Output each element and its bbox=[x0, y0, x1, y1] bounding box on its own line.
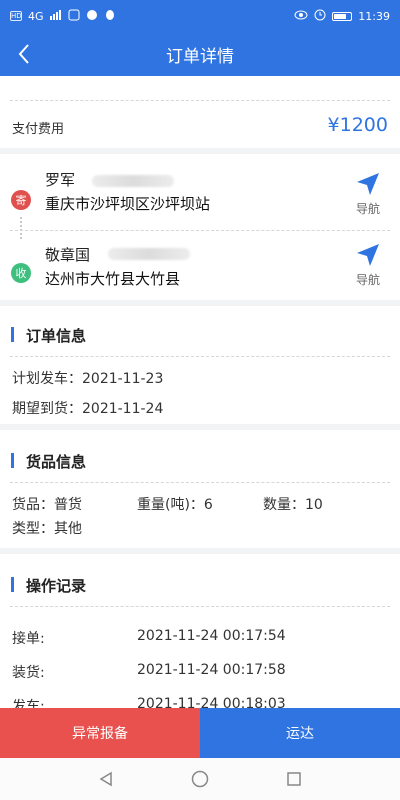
sender-navigate-label: 导航 bbox=[355, 202, 380, 216]
payment-amount: ¥1200 bbox=[327, 114, 388, 136]
system-nav-bar bbox=[0, 758, 400, 800]
divider bbox=[10, 230, 390, 231]
page-title: 订单详情 bbox=[166, 46, 234, 67]
back-button[interactable] bbox=[8, 38, 40, 70]
divider bbox=[10, 606, 390, 607]
bottom-action-bar: 异常报备 运达 bbox=[0, 708, 400, 758]
operation-log-title: 操作记录 bbox=[26, 577, 87, 595]
receiver-phone-blurred bbox=[108, 248, 190, 260]
goods-weight: 重量(吨)：6 bbox=[137, 497, 213, 513]
operation-log-header: 操作记录 bbox=[0, 562, 400, 608]
delivered-button[interactable]: 运达 bbox=[200, 708, 400, 758]
divider bbox=[10, 100, 390, 101]
receiver-name: 敬章国 bbox=[45, 246, 91, 264]
log-label: 装货: bbox=[12, 665, 45, 681]
goods-type: 类型：其他 bbox=[12, 521, 82, 537]
sender-phone-blurred bbox=[92, 175, 174, 187]
goods-info-title: 货品信息 bbox=[26, 453, 87, 471]
report-exception-button[interactable]: 异常报备 bbox=[0, 708, 200, 758]
sender-name: 罗军 bbox=[45, 171, 76, 189]
order-info-card: 订单信息 计划发车：2021-11-23 期望到货：2021-11-24 bbox=[0, 306, 400, 424]
address-card: 寄 罗军 重庆市沙坪坝区沙坪坝站 导航 收 敬章国 达州市大竹县大竹县 导航 bbox=[0, 154, 400, 300]
order-info-title: 订单信息 bbox=[26, 327, 87, 345]
sender-navigate-button[interactable]: 导航 bbox=[350, 171, 386, 219]
square-recents-icon bbox=[287, 772, 301, 786]
receiver-address: 达州市大竹县大竹县 bbox=[45, 270, 181, 288]
sender-row: 寄 罗军 重庆市沙坪坝区沙坪坝站 导航 bbox=[0, 162, 400, 222]
back-arrow-icon bbox=[18, 44, 29, 64]
plan-departure: 计划发车：2021-11-23 bbox=[12, 371, 164, 387]
goods-info-card: 货品信息 货品：普货 重量(吨)：6 数量：10 类型：其他 bbox=[0, 430, 400, 548]
navigation-arrow-icon bbox=[357, 244, 379, 266]
status-time: 11:39 bbox=[358, 9, 390, 23]
triangle-back-icon bbox=[99, 771, 112, 787]
receiver-navigate-button[interactable]: 导航 bbox=[350, 242, 386, 290]
divider bbox=[10, 356, 390, 357]
log-label: 发车: bbox=[12, 699, 45, 708]
content-area[interactable]: 支付费用 ¥1200 寄 罗军 重庆市沙坪坝区沙坪坝站 导航 收 敬章国 达州市… bbox=[0, 76, 400, 708]
signal-icon bbox=[49, 9, 62, 23]
battery-icon bbox=[332, 11, 353, 21]
circle-home-icon bbox=[191, 770, 209, 788]
operation-log-card: 操作记录 接单: 2021-11-24 00:17:54 装货: 2021-11… bbox=[0, 554, 400, 708]
order-info-header: 订单信息 bbox=[0, 312, 400, 358]
receiver-navigate-label: 导航 bbox=[355, 273, 380, 287]
receiver-tag: 收 bbox=[11, 263, 31, 283]
goods-info-header: 货品信息 bbox=[0, 438, 400, 484]
section-marker bbox=[11, 327, 14, 342]
log-label: 接单: bbox=[12, 631, 45, 647]
system-recents-button[interactable] bbox=[282, 767, 306, 791]
payment-card: 支付费用 ¥1200 bbox=[0, 76, 400, 148]
app-notification-icon bbox=[68, 9, 80, 24]
divider bbox=[10, 482, 390, 483]
alarm-icon bbox=[314, 9, 326, 24]
status-bar: HD 4G 11:39 bbox=[0, 0, 400, 32]
hd-icon: HD bbox=[10, 11, 22, 21]
receiver-row: 收 敬章国 达州市大竹县大竹县 导航 bbox=[0, 234, 400, 294]
sender-address: 重庆市沙坪坝区沙坪坝站 bbox=[45, 195, 211, 213]
status-right: 11:39 bbox=[294, 9, 390, 24]
log-time: 2021-11-24 00:17:54 bbox=[137, 628, 286, 644]
status-left: HD 4G bbox=[10, 9, 116, 24]
nav-bar: 订单详情 bbox=[0, 32, 400, 76]
qq-icon bbox=[104, 9, 116, 24]
navigation-arrow-icon bbox=[357, 173, 379, 195]
section-marker bbox=[11, 577, 14, 592]
shield-icon bbox=[86, 9, 98, 24]
section-marker bbox=[11, 453, 14, 468]
signal-label: 4G bbox=[28, 9, 44, 23]
goods-category: 货品：普货 bbox=[12, 497, 82, 513]
eye-icon bbox=[294, 10, 308, 23]
log-time: 2021-11-24 00:17:58 bbox=[137, 662, 286, 678]
sender-tag: 寄 bbox=[11, 190, 31, 210]
system-back-button[interactable] bbox=[94, 767, 118, 791]
system-home-button[interactable] bbox=[188, 767, 212, 791]
payment-label: 支付费用 bbox=[12, 122, 65, 137]
goods-quantity: 数量：10 bbox=[263, 497, 323, 513]
log-time: 2021-11-24 00:18:03 bbox=[137, 696, 286, 708]
expected-arrival: 期望到货：2021-11-24 bbox=[12, 401, 164, 417]
